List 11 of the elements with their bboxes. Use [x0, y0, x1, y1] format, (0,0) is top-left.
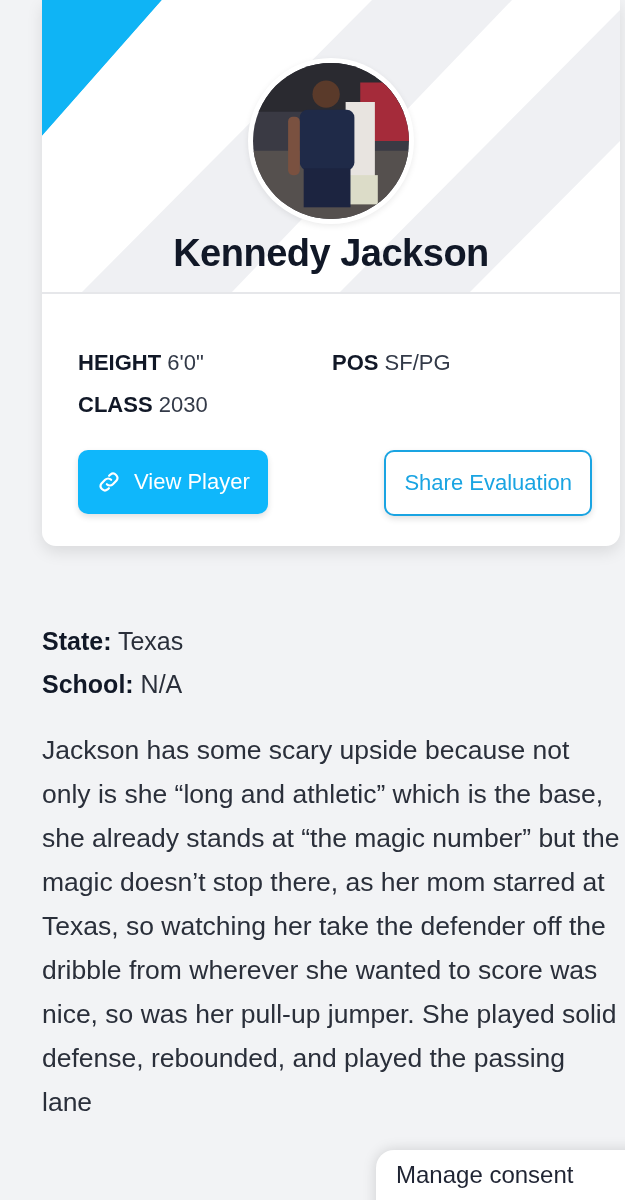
stat-text: HEIGHT 6'0": [78, 350, 205, 376]
share-evaluation-button[interactable]: Share Evaluation: [384, 450, 592, 516]
stat-text: POS SF/PG: [332, 350, 452, 376]
view-player-button[interactable]: View Player: [78, 450, 268, 514]
manage-consent-button[interactable]: Manage consent: [376, 1150, 625, 1200]
detail-text: State: Texas: [42, 626, 185, 657]
detail-text: School: N/A: [42, 669, 184, 700]
link-icon: [96, 469, 122, 495]
stat-text: CLASS 2030: [78, 392, 209, 418]
evaluation-paragraph: Jackson has some scary upside because not only is she “long and athletic” which is the base, she already stands at “the magic number” but the magic doesn’t stop there, as her mom starred at Texas, so watching her take the defender off the dribble from wherever she wanted to score was nice, so was her pull-up jumper. She played solid defense, rebounded, and played the passing lane: [42, 734, 620, 1119]
player-name: Kennedy Jackson: [173, 232, 489, 275]
